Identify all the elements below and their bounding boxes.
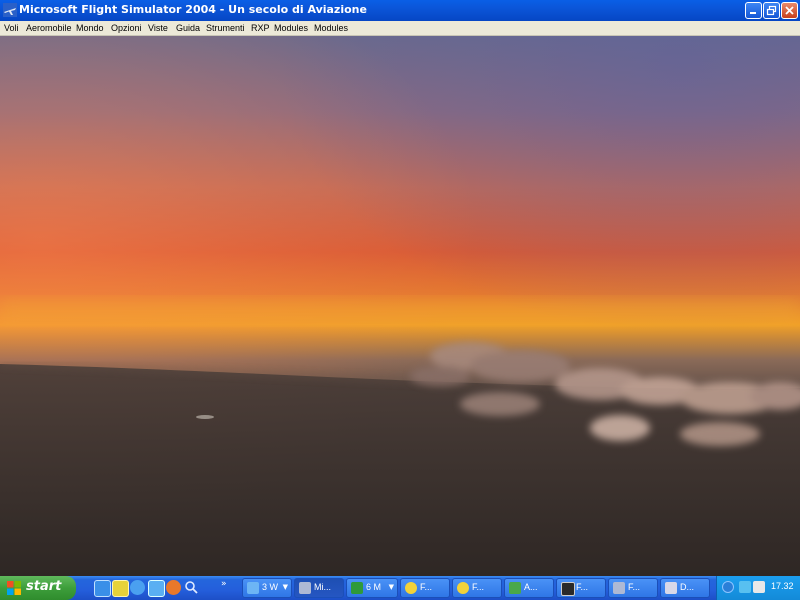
sun-icon bbox=[457, 582, 469, 594]
plane-icon bbox=[613, 582, 625, 594]
monitor-icon bbox=[561, 582, 575, 596]
task-label: Mi... bbox=[314, 582, 331, 592]
sun-icon bbox=[405, 582, 417, 594]
task-button-group-windows[interactable]: 3 W ▼ bbox=[242, 578, 292, 598]
flight-view[interactable] bbox=[0, 36, 800, 576]
task-button-flightsim[interactable]: Mi... bbox=[294, 578, 344, 598]
task-label: 3 W bbox=[262, 582, 279, 592]
task-button-group-excel[interactable]: 6 M ▼ bbox=[346, 578, 398, 598]
menu-voli[interactable]: Voli bbox=[4, 21, 19, 35]
start-button[interactable]: start bbox=[0, 576, 76, 600]
title-bar[interactable]: Microsoft Flight Simulator 2004 - Un sec… bbox=[0, 0, 800, 21]
quicklaunch-more-icon[interactable]: » bbox=[221, 579, 227, 589]
windows-icon bbox=[247, 582, 259, 594]
menu-opzioni[interactable]: Opzioni bbox=[111, 21, 142, 35]
task-label: F... bbox=[472, 582, 485, 592]
window-title: Microsoft Flight Simulator 2004 - Un sec… bbox=[19, 3, 367, 16]
system-tray: 17.32 bbox=[716, 576, 800, 600]
menu-mondo[interactable]: Mondo bbox=[76, 21, 104, 35]
plane-green-icon bbox=[509, 582, 521, 594]
minimize-icon bbox=[750, 12, 756, 14]
sunset-scene bbox=[0, 36, 800, 576]
menu-guida[interactable]: Guida bbox=[176, 21, 200, 35]
plane-icon bbox=[299, 582, 311, 594]
plane-icon bbox=[3, 3, 17, 17]
taskbar: start » 3 W ▼ Mi... 6 M ▼ F... F... A...… bbox=[0, 576, 800, 600]
task-button-d[interactable]: D... bbox=[660, 578, 710, 598]
minimize-button[interactable] bbox=[745, 2, 762, 19]
task-label: F... bbox=[628, 582, 641, 592]
chevron-down-icon: ▼ bbox=[282, 583, 288, 591]
restore-icon bbox=[766, 5, 777, 16]
task-label: A... bbox=[524, 582, 538, 592]
task-label: F... bbox=[420, 582, 433, 592]
windows-logo-icon bbox=[7, 581, 21, 595]
task-button-f4[interactable]: F... bbox=[608, 578, 658, 598]
search-icon[interactable] bbox=[184, 580, 199, 595]
menu-modules-1[interactable]: Modules bbox=[274, 21, 308, 35]
menu-bar: Voli Aeromobile Mondo Opzioni Viste Guid… bbox=[0, 21, 800, 36]
restore-button[interactable] bbox=[763, 2, 780, 19]
desktop-icon[interactable] bbox=[148, 580, 165, 597]
volume-icon[interactable] bbox=[753, 581, 765, 593]
task-button-a[interactable]: A... bbox=[504, 578, 554, 598]
task-label: D... bbox=[680, 582, 695, 592]
chevron-down-icon: ▼ bbox=[388, 583, 394, 591]
excel-icon bbox=[351, 582, 363, 594]
task-button-f1[interactable]: F... bbox=[400, 578, 450, 598]
ie-icon[interactable] bbox=[94, 580, 111, 597]
menu-strumenti[interactable]: Strumenti bbox=[206, 21, 245, 35]
task-button-f2[interactable]: F... bbox=[452, 578, 502, 598]
task-button-f3[interactable]: F... bbox=[556, 578, 606, 598]
close-button[interactable] bbox=[781, 2, 798, 19]
show-hidden-icons-button[interactable] bbox=[722, 581, 734, 593]
menu-rxp[interactable]: RXP bbox=[251, 21, 270, 35]
media-icon[interactable] bbox=[112, 580, 129, 597]
drive-icon bbox=[665, 582, 677, 594]
menu-viste[interactable]: Viste bbox=[148, 21, 168, 35]
close-icon bbox=[785, 6, 794, 15]
task-label: 6 M bbox=[366, 582, 382, 592]
network-icon[interactable] bbox=[739, 581, 751, 593]
outlook-icon[interactable] bbox=[130, 580, 145, 595]
firefox-icon[interactable] bbox=[166, 580, 181, 595]
menu-aeromobile[interactable]: Aeromobile bbox=[26, 21, 72, 35]
task-label: F... bbox=[576, 582, 589, 592]
clock[interactable]: 17.32 bbox=[771, 581, 794, 591]
menu-modules-2[interactable]: Modules bbox=[314, 21, 348, 35]
start-label: start bbox=[26, 579, 62, 594]
